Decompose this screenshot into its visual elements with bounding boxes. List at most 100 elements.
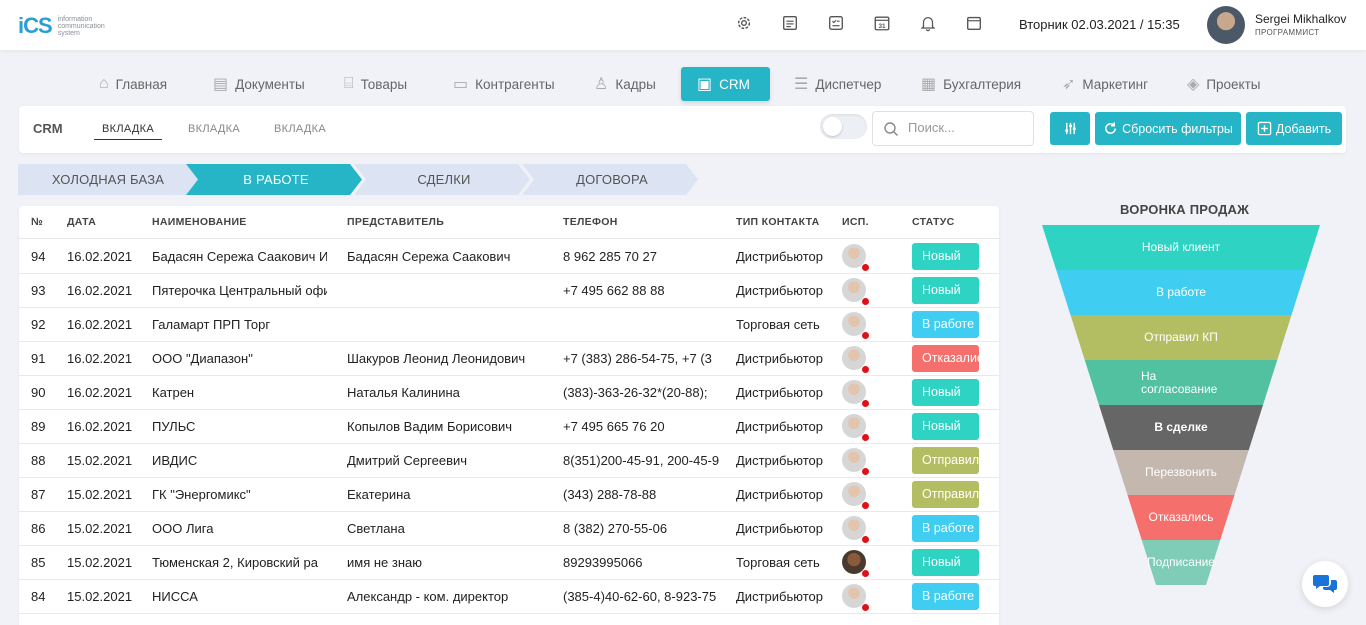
status-badge[interactable]: Новый <box>912 413 979 440</box>
table-row[interactable]: 88 15.02.2021 ИВДИС Дмитрий Сергеевич 8(351)… <box>19 444 999 478</box>
app-logo[interactable]: iCS information communication system <box>18 13 105 39</box>
status-badge[interactable]: В работе <box>912 311 979 338</box>
assignee-avatar[interactable] <box>842 482 869 509</box>
bell-icon[interactable] <box>919 14 937 32</box>
assignee-avatar[interactable] <box>842 380 869 407</box>
add-button[interactable]: Добавить <box>1246 112 1342 145</box>
cell-rep: Екатерина <box>347 487 411 502</box>
funnel-label: В сделке <box>1154 420 1208 434</box>
table-row[interactable]: 93 16.02.2021 Пятерочка Центральный офи +7 … <box>19 274 999 308</box>
status-badge[interactable]: Отправил КП <box>912 447 979 474</box>
cell-rep: Дмитрий Сергеевич <box>347 453 468 468</box>
nav-dispatcher[interactable]: ☰ Диспетчер <box>770 67 921 101</box>
view-toggle[interactable] <box>820 114 867 139</box>
window-icon[interactable] <box>965 14 983 32</box>
document-icon[interactable] <box>781 14 799 32</box>
status-badge[interactable]: Новый <box>912 549 979 576</box>
stage-in-work[interactable]: В РАБОТЕ <box>186 164 366 195</box>
cell-type: Дистрибьютор <box>736 453 823 468</box>
user-avatar[interactable] <box>1207 6 1245 44</box>
chat-button[interactable] <box>1302 561 1348 607</box>
status-badge[interactable]: Новый <box>912 379 979 406</box>
nav-counterparties[interactable]: ▭ Контрагенты <box>453 67 594 101</box>
nav-marketing[interactable]: ➶ Маркетинг <box>1062 67 1187 101</box>
assignee-avatar[interactable] <box>842 244 869 271</box>
stage-deals[interactable]: СДЕЛКИ <box>354 164 534 195</box>
assignee-avatar[interactable] <box>842 550 869 577</box>
nav-crm[interactable]: ▣ CRM <box>681 67 770 101</box>
table-row[interactable]: 84 15.02.2021 НИССА Александр - ком. директ… <box>19 580 999 614</box>
cell-phone: 8(351)200-45-91, 200-45-9 <box>563 453 720 468</box>
nav-projects[interactable]: ◈ Проекты <box>1187 67 1277 101</box>
cell-no: 87 <box>31 487 46 502</box>
nav-documents[interactable]: ▤ Документы <box>213 67 344 101</box>
table-row[interactable]: 89 16.02.2021 ПУЛЬС Копылов Вадим Борисович… <box>19 410 999 444</box>
nav-personnel[interactable]: ♙ Кадры <box>594 67 681 101</box>
search-input[interactable] <box>908 120 1028 135</box>
stage-contracts[interactable]: ДОГОВОРА <box>522 164 702 195</box>
status-badge[interactable]: Отправил КП <box>912 481 979 508</box>
col-date[interactable]: ДАТА <box>67 216 96 228</box>
cell-no: 85 <box>31 555 46 570</box>
checklist-icon[interactable] <box>827 14 845 32</box>
current-datetime: Вторник 02.03.2021 / 15:35 <box>1019 17 1180 32</box>
status-badge[interactable]: Новый <box>912 243 979 270</box>
cell-type: Дистрибьютор <box>736 487 823 502</box>
subtab-1[interactable]: ВКЛАДКА <box>94 123 162 140</box>
status-dot <box>862 468 869 475</box>
table-row[interactable]: 86 15.02.2021 ООО Лига Светлана 8 (382) 270-… <box>19 512 999 546</box>
documents-icon: ▤ <box>213 76 229 93</box>
status-badge[interactable]: Новый <box>912 277 979 304</box>
cell-date: 15.02.2021 <box>67 453 133 468</box>
user-name[interactable]: Sergei Mikhalkov <box>1255 12 1346 26</box>
subtab-2[interactable]: ВКЛАДКА <box>188 123 240 135</box>
cell-rep: Копылов Вадим Борисович <box>347 419 513 434</box>
assignee-avatar[interactable] <box>842 312 869 339</box>
cell-date: 15.02.2021 <box>67 589 133 604</box>
status-badge[interactable]: Отказались <box>912 345 979 372</box>
col-status[interactable]: СТАТУС <box>912 216 954 228</box>
col-contact-type[interactable]: ТИП КОНТАКТА <box>736 216 820 228</box>
assignee-avatar[interactable] <box>842 448 869 475</box>
funnel-label: Отправил КП <box>1144 330 1218 344</box>
assignee-avatar[interactable] <box>842 346 869 373</box>
status-badge[interactable]: В работе <box>912 515 979 542</box>
cell-no: 92 <box>31 317 46 332</box>
reset-filters-button[interactable]: Сбросить фильтры <box>1095 112 1241 145</box>
col-phone[interactable]: ТЕЛЕФОН <box>563 216 618 228</box>
subtab-3[interactable]: ВКЛАДКА <box>274 123 326 135</box>
nav-home[interactable]: ⌂ Главная <box>99 67 213 101</box>
rocket-icon: ➶ <box>1062 76 1076 93</box>
col-assignee[interactable]: ИСП. <box>842 216 869 228</box>
nav-goods[interactable]: ⌸ Товары <box>344 67 453 101</box>
assignee-avatar[interactable] <box>842 278 869 305</box>
svg-text:31: 31 <box>878 23 886 30</box>
cell-no: 93 <box>31 283 46 298</box>
cell-no: 91 <box>31 351 46 366</box>
table-row[interactable]: 87 15.02.2021 ГК "Энергомикс" Екатерина (343… <box>19 478 999 512</box>
filter-button[interactable] <box>1050 112 1090 145</box>
funnel-label: В работе <box>1155 285 1206 299</box>
assignee-avatar[interactable] <box>842 516 869 543</box>
table-row[interactable]: 91 16.02.2021 ООО "Диапазон" Шакуров Леонид… <box>19 342 999 376</box>
nav-accounting[interactable]: ▦ Бухгалтерия <box>921 67 1062 101</box>
stage-cold-base[interactable]: ХОЛОДНАЯ БАЗА <box>18 164 198 195</box>
col-name[interactable]: НАИМЕНОВАНИЕ <box>152 216 247 228</box>
table-row[interactable]: 85 15.02.2021 Тюменская 2, Кировский ра имя… <box>19 546 999 580</box>
cell-no: 86 <box>31 521 46 536</box>
assignee-avatar[interactable] <box>842 584 869 611</box>
table-row[interactable]: 92 16.02.2021 Галамарт ПРП Торг Торговая се… <box>19 308 999 342</box>
settings-icon[interactable] <box>735 14 753 32</box>
calendar-icon[interactable]: 31 <box>873 14 891 32</box>
main-navigation: ⌂ Главная ▤ Документы ⌸ Товары ▭ Контрагенты… <box>99 67 1277 101</box>
home-icon: ⌂ <box>99 75 109 92</box>
col-representative[interactable]: ПРЕДСТАВИТЕЛЬ <box>347 216 444 228</box>
col-no[interactable]: № <box>31 216 43 228</box>
funnel-label: На согласование <box>1141 369 1218 396</box>
assignee-avatar[interactable] <box>842 414 869 441</box>
status-badge[interactable]: В работе <box>912 583 979 610</box>
cell-type: Торговая сеть <box>736 317 820 332</box>
table-row[interactable]: 94 16.02.2021 Бадасян Сережа Саакович И Бад… <box>19 240 999 274</box>
table-row[interactable]: 90 16.02.2021 Катрен Наталья Калинина (383)-… <box>19 376 999 410</box>
top-header: iCS information communication system 31 … <box>0 0 1366 50</box>
